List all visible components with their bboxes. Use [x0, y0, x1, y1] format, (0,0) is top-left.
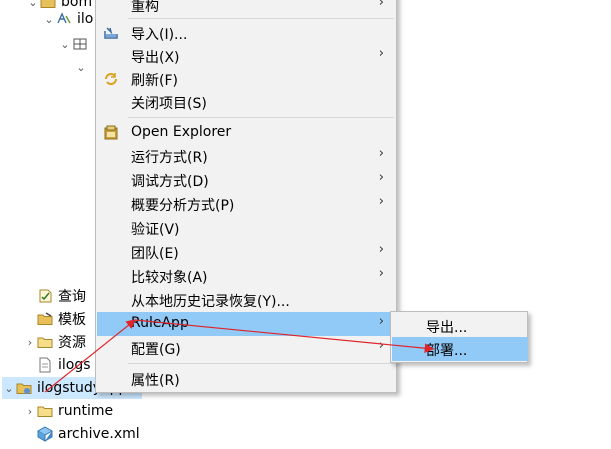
chevron-right-icon: ›	[378, 170, 384, 185]
file-icon	[37, 357, 53, 373]
chevron-right-icon[interactable]: ›	[23, 336, 37, 349]
chevron-right-icon: ›	[378, 0, 384, 10]
chevron-right-icon: ›	[378, 146, 384, 161]
tree-node-label: archive.xml	[58, 426, 140, 442]
tree-node-package[interactable]: ⌄	[58, 33, 93, 55]
tree-node-label: ilo	[77, 11, 94, 27]
bom-model-icon	[56, 11, 72, 27]
tree-node-query[interactable]: 查询	[23, 285, 86, 307]
menu-item-ruleapp[interactable]: RuleApp ›	[97, 312, 396, 336]
tree-node-archive[interactable]: archive.xml	[23, 423, 140, 445]
menu-item-close-project[interactable]: 关闭项目(S)	[97, 90, 396, 114]
menu-item-properties[interactable]: 属性(R)	[97, 367, 396, 391]
menu-item-team[interactable]: 团队(E) ›	[97, 240, 396, 264]
context-menu: 重构 › 导入(I)... 导出(X) › 刷新(F) 关闭项目(S) Open…	[95, 0, 397, 393]
menu-item-run-as[interactable]: 运行方式(R) ›	[97, 144, 396, 168]
chevron-right-icon: ›	[378, 46, 384, 61]
menu-item-debug-as[interactable]: 调试方式(D) ›	[97, 168, 396, 192]
menu-item-refactor[interactable]: 重构 ›	[97, 0, 396, 17]
menu-item-restore-local-history[interactable]: 从本地历史记录恢复(Y)...	[97, 288, 396, 312]
chevron-right-icon: ›	[378, 242, 384, 257]
tree-node-label: ilogs	[58, 357, 91, 373]
menu-separator	[128, 363, 394, 364]
submenu-item-deploy[interactable]: 部署...	[392, 337, 528, 361]
explorer-icon	[103, 125, 119, 141]
chevron-right-icon[interactable]: ›	[23, 405, 37, 418]
folder-icon	[37, 403, 53, 419]
menu-item-open-explorer[interactable]: Open Explorer	[97, 121, 396, 145]
menu-item-refresh[interactable]: 刷新(F)	[97, 67, 396, 91]
chevron-down-icon[interactable]: ⌄	[58, 38, 72, 51]
refresh-icon	[103, 71, 119, 87]
tree-node-label: 资源	[58, 335, 86, 351]
tree-node-runtime[interactable]: › runtime	[23, 400, 113, 422]
folder-icon	[37, 334, 53, 350]
menu-item-import[interactable]: 导入(I)...	[97, 21, 396, 45]
menu-separator	[128, 18, 394, 19]
import-icon	[103, 25, 119, 41]
chevron-right-icon: ›	[378, 194, 384, 209]
chevron-down-icon[interactable]: ⌄	[42, 13, 56, 26]
tree-node-child[interactable]: ⌄	[74, 56, 88, 78]
chevron-down-icon[interactable]: ⌄	[26, 0, 40, 9]
package-icon	[72, 36, 88, 52]
xml-file-icon	[36, 426, 54, 442]
menu-item-export[interactable]: 导出(X) ›	[97, 44, 396, 68]
submenu-item-export[interactable]: 导出...	[392, 314, 528, 338]
menu-item-configure[interactable]: 配置(G) ›	[97, 336, 396, 360]
template-icon	[37, 311, 53, 327]
tree-node-template[interactable]: 模板	[23, 308, 86, 330]
tree-node-label: runtime	[58, 403, 114, 419]
chevron-right-icon: ›	[378, 338, 384, 353]
chevron-right-icon: ›	[378, 266, 384, 281]
tree-node-label: 模板	[58, 312, 86, 328]
query-icon	[37, 288, 53, 304]
chevron-right-icon: ›	[378, 314, 384, 329]
tree-node-label: 查询	[58, 289, 86, 305]
menu-separator	[128, 117, 394, 118]
tree-node-resources[interactable]: › 资源	[23, 331, 86, 353]
ruleapp-submenu: 导出... 部署...	[390, 311, 528, 363]
menu-item-compare-with[interactable]: 比较对象(A) ›	[97, 264, 396, 288]
chevron-down-icon[interactable]: ⌄	[2, 382, 16, 395]
menu-item-profile-as[interactable]: 概要分析方式(P) ›	[97, 192, 396, 216]
tree-node-file[interactable]: ilogs	[23, 354, 91, 376]
menu-item-validate[interactable]: 验证(V)	[97, 216, 396, 240]
project-icon	[16, 380, 32, 396]
tree-node-ilo[interactable]: ⌄ ilo	[42, 8, 93, 30]
chevron-down-icon[interactable]: ⌄	[74, 61, 88, 74]
